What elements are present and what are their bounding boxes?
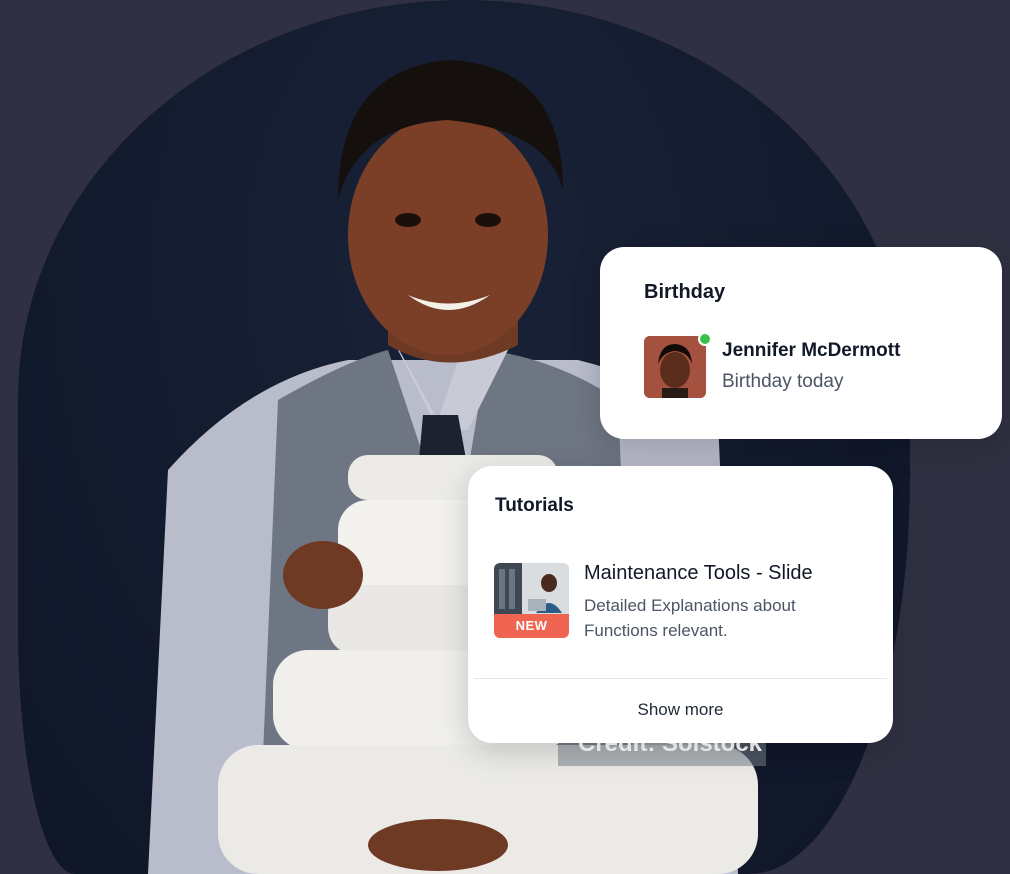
birthday-title: Birthday (644, 281, 726, 303)
birthday-card: Birthday Jennifer McDermott Birthday tod… (600, 247, 1002, 439)
tutorials-card: Tutorials NEW Maintenance Tools - Slide … (468, 466, 893, 743)
person-name[interactable]: Jennifer McDermott (722, 340, 900, 362)
avatar-portrait-icon (644, 336, 706, 398)
tutorial-title[interactable]: Maintenance Tools - Slide (584, 562, 874, 585)
new-badge: NEW (494, 614, 569, 638)
birthday-item[interactable]: Jennifer McDermott Birthday today (644, 332, 1002, 398)
birthday-status: Birthday today (722, 371, 844, 392)
show-more-button[interactable]: Show more (468, 678, 893, 743)
tutorial-thumbnail[interactable]: NEW (494, 563, 569, 638)
tutorials-title: Tutorials (495, 495, 574, 516)
tutorial-item[interactable]: Maintenance Tools - Slide Detailed Expla… (584, 562, 874, 643)
tutorial-description: Detailed Explanations about Functions re… (584, 596, 796, 640)
avatar[interactable] (644, 332, 712, 398)
online-status-icon (698, 332, 712, 346)
